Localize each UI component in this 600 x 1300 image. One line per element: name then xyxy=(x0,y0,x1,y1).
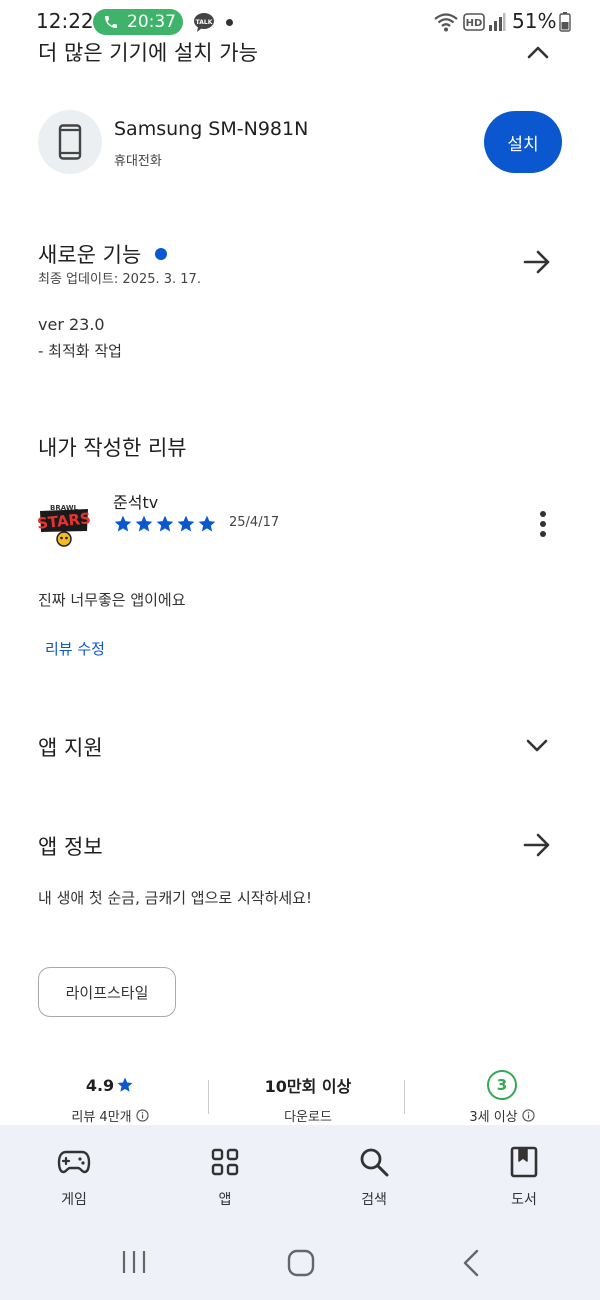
star-icon xyxy=(135,515,153,532)
nav-icon-wrapper xyxy=(185,1145,265,1179)
app-support-title[interactable]: 앱 지원 xyxy=(38,732,103,762)
app-support-expand-button[interactable] xyxy=(522,732,552,764)
rating-stat[interactable]: 4.9 리뷰 4만개 xyxy=(40,1070,180,1125)
nav-icon-wrapper xyxy=(484,1145,564,1179)
svg-text:BRAWL: BRAWL xyxy=(50,504,79,512)
nav-icon-wrapper xyxy=(334,1145,414,1179)
svg-text:HD: HD xyxy=(466,18,483,29)
rating-label-row: 리뷰 4만개 xyxy=(40,1106,180,1125)
rating-value-row: 4.9 xyxy=(40,1070,180,1100)
review-text: 진짜 너무좋은 앱이에요 xyxy=(38,591,186,609)
bottom-navigation: 게임 앱 검색 도서 xyxy=(0,1125,600,1225)
info-icon xyxy=(135,1109,149,1122)
review-stars xyxy=(113,514,218,534)
device-avatar xyxy=(38,110,102,174)
more-vert-dot xyxy=(540,531,546,537)
status-time: 12:22 xyxy=(36,9,94,33)
star-icon xyxy=(114,515,132,532)
changelog-text: - 최적화 작업 xyxy=(38,342,122,360)
rating-label: 리뷰 4만개 xyxy=(71,1110,132,1125)
rating-value: 4.9 xyxy=(85,1075,115,1095)
category-chip[interactable]: 라이프스타일 xyxy=(38,967,176,1017)
downloads-stat: 10만회 이상 다운로드 xyxy=(236,1070,380,1125)
gamepad-icon xyxy=(57,1150,91,1174)
nav-icon-wrapper xyxy=(34,1145,114,1179)
age-rating-stat[interactable]: 3 3세 이상 xyxy=(434,1070,570,1125)
version-text: ver 23.0 xyxy=(38,315,105,334)
nav-label-apps: 앱 xyxy=(218,1192,232,1208)
notification-dot xyxy=(226,19,233,26)
install-button[interactable]: 설치 xyxy=(484,111,562,173)
call-duration: 20:37 xyxy=(127,12,176,32)
reviewer-avatar: STARS BRAWL xyxy=(38,495,90,547)
chevron-down-icon xyxy=(526,739,548,752)
about-app-description: 내 생애 첫 순금, 금캐기 앱으로 시작하세요! xyxy=(38,889,312,907)
recent-apps-icon[interactable] xyxy=(120,1249,148,1275)
more-vert-dot xyxy=(540,521,546,527)
review-more-button[interactable] xyxy=(533,508,553,540)
wifi-icon xyxy=(434,13,458,32)
age-label: 3세 이상 xyxy=(469,1110,518,1125)
collapse-button[interactable] xyxy=(524,38,552,66)
nav-label-games: 게임 xyxy=(61,1192,87,1208)
chevron-up-icon xyxy=(527,46,549,59)
age-label-row: 3세 이상 xyxy=(434,1106,570,1125)
home-icon[interactable] xyxy=(287,1249,315,1277)
apps-grid-icon xyxy=(211,1148,239,1176)
nav-item-games[interactable]: 게임 xyxy=(34,1145,114,1209)
brawl-stars-avatar-image: STARS BRAWL xyxy=(38,495,90,547)
back-icon[interactable] xyxy=(460,1248,482,1278)
hd-icon: HD xyxy=(463,13,485,31)
my-review-title: 내가 작성한 리뷰 xyxy=(38,436,187,460)
svg-text:TALK: TALK xyxy=(196,19,213,26)
phone-icon xyxy=(105,16,117,28)
age-rating-badge: 3 xyxy=(487,1070,517,1100)
last-updated: 최종 업데이트: 2025. 3. 17. xyxy=(38,272,201,287)
stats-row: 4.9 리뷰 4만개 10만회 이상 다운로드 3 3세 이상 xyxy=(0,1070,600,1130)
new-indicator-dot xyxy=(155,248,168,260)
nav-label-search: 검색 xyxy=(361,1192,387,1208)
whats-new-title: 새로운 기능 xyxy=(38,243,142,267)
nav-item-books[interactable]: 도서 xyxy=(484,1145,564,1209)
arrow-right-icon xyxy=(523,250,550,274)
battery-percent: 51% xyxy=(512,9,557,33)
downloads-value: 10만회 이상 xyxy=(264,1077,352,1096)
device-type: 휴대전화 xyxy=(114,154,162,169)
stat-divider xyxy=(404,1080,405,1114)
arrow-right-icon xyxy=(523,833,550,857)
reviewer-name: 준석tv xyxy=(113,493,159,512)
stat-divider xyxy=(208,1080,209,1114)
star-icon xyxy=(156,515,174,532)
talk-icon: TALK xyxy=(194,13,214,32)
device-name: Samsung SM-N981N xyxy=(114,118,309,140)
star-icon xyxy=(198,515,216,532)
info-icon xyxy=(522,1109,535,1122)
about-app-arrow-button[interactable] xyxy=(522,831,552,863)
whats-new-header[interactable]: 새로운 기능 xyxy=(38,239,168,269)
battery-icon xyxy=(559,12,571,32)
review-date: 25/4/17 xyxy=(229,515,280,530)
edit-review-link[interactable]: 리뷰 수정 xyxy=(45,638,105,659)
ongoing-call-pill[interactable]: 20:37 xyxy=(93,9,183,35)
search-icon xyxy=(360,1148,389,1177)
about-app-title[interactable]: 앱 정보 xyxy=(38,831,103,861)
signal-icon xyxy=(489,13,506,31)
smartphone-icon xyxy=(58,124,82,160)
whats-new-arrow-button[interactable] xyxy=(522,248,552,280)
device-row: Samsung SM-N981N 휴대전화 설치 xyxy=(38,110,568,174)
nav-item-search[interactable]: 검색 xyxy=(334,1145,414,1209)
age-value-row: 3 xyxy=(434,1070,570,1100)
more-devices-title: 더 많은 기기에 설치 가능 xyxy=(38,41,258,65)
nav-label-books: 도서 xyxy=(511,1192,537,1208)
star-icon xyxy=(117,1077,133,1092)
system-navigation-bar xyxy=(0,1225,600,1300)
more-vert-dot xyxy=(540,511,546,517)
nav-item-apps[interactable]: 앱 xyxy=(185,1145,265,1209)
star-icon xyxy=(177,515,195,532)
downloads-label: 다운로드 xyxy=(284,1110,332,1125)
book-icon xyxy=(510,1146,538,1178)
